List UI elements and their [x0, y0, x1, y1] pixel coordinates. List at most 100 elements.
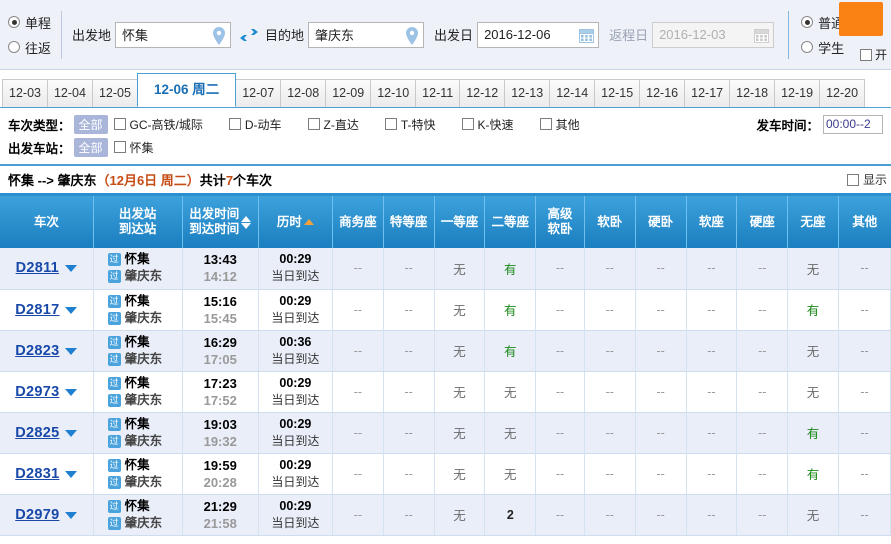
chevron-down-icon[interactable]: [65, 306, 78, 314]
calendar-icon[interactable]: [579, 28, 595, 43]
date-tab-12-14[interactable]: 12-14: [549, 79, 596, 107]
train-type-filter-row: 车次类型： 全部 GC-高铁/城际 D-动车 Z-直达 T-特快 K-快速 其他 发车时间…: [8, 114, 883, 134]
date-tab-12-06-周二[interactable]: 12-06 周二: [136, 73, 237, 107]
trip-type-oneway[interactable]: 单程: [8, 13, 51, 32]
chevron-down-icon[interactable]: [65, 347, 78, 355]
table-row: D2831 过怀集过肇庆东 19:59 20:28 00:29 当日到达 -- -- 无无 -- -…: [0, 453, 891, 495]
depart-time-input[interactable]: 00:00--2: [823, 114, 883, 134]
date-tab-12-18[interactable]: 12-18: [729, 79, 776, 107]
train-number-link[interactable]: D2979: [15, 507, 59, 523]
date-tab-12-09[interactable]: 12-09: [325, 79, 372, 107]
calendar-icon[interactable]: [754, 28, 770, 43]
filter-train-type-4-label: K-快速: [477, 117, 514, 132]
column-header-3[interactable]: 历时: [258, 196, 333, 248]
swap-arrows-icon[interactable]: [240, 28, 259, 42]
checkbox-icon[interactable]: [113, 141, 126, 153]
date-tab-12-04[interactable]: 12-04: [46, 79, 93, 107]
filter-train-type-1[interactable]: D-动车: [228, 116, 282, 133]
date-tab-12-13[interactable]: 12-13: [504, 79, 551, 107]
column-header-2[interactable]: 出发时间 到达时间: [182, 196, 259, 248]
column-header-8: 高级 软卧: [535, 196, 585, 248]
chevron-down-icon[interactable]: [65, 429, 78, 437]
date-tab-12-16[interactable]: 12-16: [639, 79, 686, 107]
train-number-link[interactable]: D2811: [16, 260, 59, 276]
filter-train-type-3[interactable]: T-特快: [384, 116, 436, 133]
radio-oneway-icon[interactable]: [8, 16, 20, 28]
date-tab-12-12[interactable]: 12-12: [459, 79, 506, 107]
seat-status: --: [555, 507, 565, 522]
depart-date-wrapper[interactable]: [477, 21, 600, 48]
return-date-input[interactable]: [659, 27, 752, 42]
train-number-link[interactable]: D2825: [15, 425, 59, 441]
duration-value: 00:29: [279, 375, 312, 390]
checkbox-showall-icon[interactable]: [846, 173, 859, 186]
date-tab-12-05[interactable]: 12-05: [91, 79, 138, 107]
train-number-link[interactable]: D2831: [15, 466, 59, 482]
date-tab-12-15[interactable]: 12-15: [594, 79, 641, 107]
passenger-type-student[interactable]: 学生: [801, 38, 844, 57]
date-tab-12-10[interactable]: 12-10: [370, 79, 417, 107]
checkbox-icon[interactable]: [539, 118, 552, 130]
radio-normal-icon[interactable]: [801, 16, 814, 28]
cell-seat-availability: --: [686, 453, 738, 495]
checkbox-open-icon[interactable]: [859, 48, 872, 61]
cell-seat-availability[interactable]: 有: [484, 330, 537, 372]
filter-train-type-2[interactable]: Z-直达: [307, 116, 359, 133]
column-header-9: 软卧: [584, 196, 636, 248]
cell-duration: 00:29 当日到达: [258, 289, 333, 331]
date-tab-12-11[interactable]: 12-11: [415, 79, 461, 107]
depart-date-input[interactable]: [484, 27, 577, 42]
sort-arrows-icon[interactable]: [241, 215, 252, 229]
checkbox-icon[interactable]: [113, 118, 126, 130]
filter-train-type-4[interactable]: K-快速: [461, 116, 514, 133]
from-input-wrapper[interactable]: [115, 21, 232, 48]
date-tab-12-17[interactable]: 12-17: [684, 79, 731, 107]
train-type-all-button[interactable]: 全部: [73, 114, 108, 134]
train-number-link[interactable]: D2817: [15, 302, 59, 318]
open-checkbox[interactable]: 开: [859, 46, 887, 63]
departure-time: 16:29: [203, 334, 237, 350]
cell-seat-availability[interactable]: 有: [787, 412, 839, 454]
filter-train-type-0[interactable]: GC-高铁/城际: [113, 116, 203, 133]
from-station-input[interactable]: [122, 27, 209, 42]
cell-seat-availability[interactable]: 有: [484, 248, 537, 290]
sort-asc-icon[interactable]: [241, 215, 252, 222]
show-all-checkbox[interactable]: 显示: [846, 171, 887, 188]
chevron-down-icon[interactable]: [65, 388, 78, 396]
checkbox-icon[interactable]: [384, 118, 397, 130]
date-tab-12-07[interactable]: 12-07: [235, 79, 282, 107]
train-number-link[interactable]: D2823: [15, 343, 59, 359]
search-button[interactable]: [839, 2, 883, 36]
filter-train-type-5[interactable]: 其他: [539, 116, 580, 133]
depart-station-all-button[interactable]: 全部: [73, 137, 108, 157]
seat-status: --: [605, 384, 614, 399]
train-number-link[interactable]: D2973: [15, 384, 59, 400]
cell-stations: 过怀集过肇庆东: [93, 371, 183, 413]
radio-student-icon[interactable]: [801, 41, 814, 53]
date-tab-12-08[interactable]: 12-08: [280, 79, 327, 107]
checkbox-icon[interactable]: [307, 118, 320, 130]
cell-seat-availability[interactable]: 有: [787, 289, 839, 331]
date-tab-12-03[interactable]: 12-03: [2, 79, 48, 107]
to-input-wrapper[interactable]: [308, 21, 425, 48]
sort-desc-icon[interactable]: [241, 222, 252, 229]
to-station-input[interactable]: [315, 27, 402, 42]
checkbox-icon[interactable]: [228, 118, 241, 130]
checkbox-icon[interactable]: [461, 118, 474, 130]
chevron-down-icon[interactable]: [65, 470, 78, 478]
cell-seat-availability[interactable]: 有: [787, 453, 839, 495]
trip-type-roundtrip[interactable]: 往返: [8, 38, 51, 57]
date-tab-12-20[interactable]: 12-20: [819, 79, 866, 107]
return-date-wrapper[interactable]: [652, 21, 775, 48]
filter-depart-station-0[interactable]: 怀集: [113, 139, 154, 156]
cell-seat-availability[interactable]: 2: [484, 494, 537, 536]
column-header-10: 硬卧: [635, 196, 687, 248]
date-tab-12-19[interactable]: 12-19: [774, 79, 821, 107]
cell-seat-availability[interactable]: 有: [484, 289, 537, 331]
chevron-down-icon[interactable]: [65, 511, 78, 519]
column-header-1: 出发站 到达站: [93, 196, 183, 248]
radio-roundtrip-icon[interactable]: [8, 41, 20, 53]
sort-asc-icon[interactable]: [303, 219, 314, 225]
passenger-type-normal[interactable]: 普通: [801, 13, 844, 32]
chevron-down-icon[interactable]: [65, 265, 78, 273]
